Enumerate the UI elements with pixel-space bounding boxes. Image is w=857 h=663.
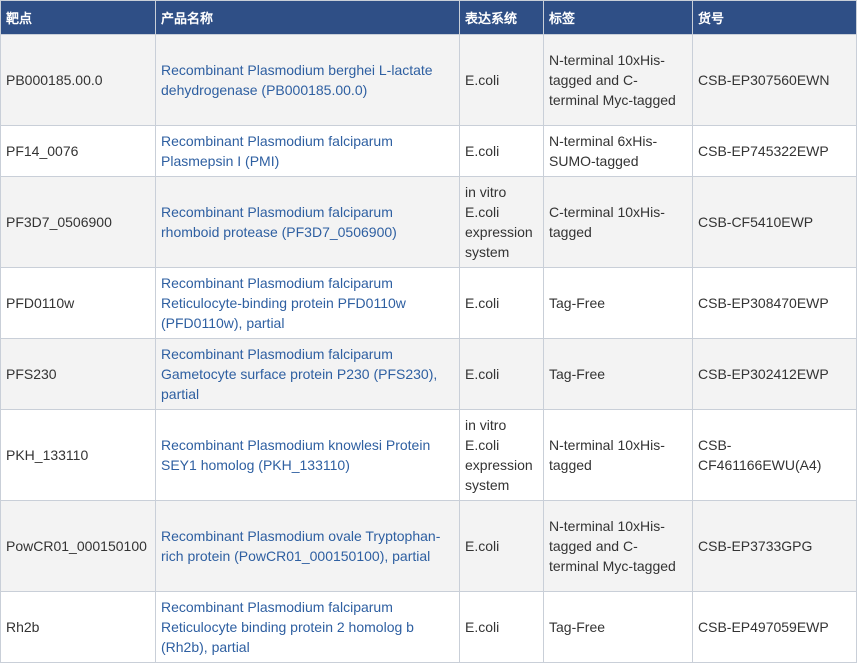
- product-table: 靶点 产品名称 表达系统 标签 货号 PB000185.00.0 Recombi…: [0, 0, 857, 663]
- cell-target: PB000185.00.0: [0, 34, 156, 126]
- cell-tag: Tag-Free: [543, 591, 693, 663]
- product-link[interactable]: Recombinant Plasmodium ovale Tryptophan-…: [161, 528, 440, 564]
- cell-expression-system: E.coli: [459, 34, 544, 126]
- header-expression-system: 表达系统: [459, 0, 544, 35]
- product-link[interactable]: Recombinant Plasmodium falciparum Plasme…: [161, 133, 393, 169]
- table-row: PFD0110w Recombinant Plasmodium falcipar…: [0, 267, 857, 339]
- cell-catalog: CSB-EP307560EWN: [692, 34, 857, 126]
- header-product-name: 产品名称: [155, 0, 460, 35]
- table-row: PFS230 Recombinant Plasmodium falciparum…: [0, 338, 857, 410]
- cell-tag: C-terminal 10xHis-tagged: [543, 176, 693, 268]
- cell-expression-system: E.coli: [459, 591, 544, 663]
- cell-expression-system: E.coli: [459, 338, 544, 410]
- header-tag: 标签: [543, 0, 693, 35]
- cell-tag: N-terminal 10xHis-tagged and C-terminal …: [543, 500, 693, 592]
- cell-target: PFS230: [0, 338, 156, 410]
- cell-tag: Tag-Free: [543, 338, 693, 410]
- cell-tag: N-terminal 6xHis-SUMO-tagged: [543, 125, 693, 177]
- product-link[interactable]: Recombinant Plasmodium falciparum Gameto…: [161, 346, 437, 402]
- product-link[interactable]: Recombinant Plasmodium falciparum rhombo…: [161, 204, 397, 240]
- table-row: PF3D7_0506900 Recombinant Plasmodium fal…: [0, 176, 857, 268]
- cell-catalog: CSB-EP745322EWP: [692, 125, 857, 177]
- table-row: PB000185.00.0 Recombinant Plasmodium ber…: [0, 34, 857, 126]
- product-link[interactable]: Recombinant Plasmodium falciparum Reticu…: [161, 599, 414, 655]
- table-row: PowCR01_000150100 Recombinant Plasmodium…: [0, 500, 857, 592]
- cell-expression-system: E.coli: [459, 500, 544, 592]
- table-header-row: 靶点 产品名称 表达系统 标签 货号: [0, 0, 857, 35]
- cell-catalog: CSB-CF5410EWP: [692, 176, 857, 268]
- product-link[interactable]: Recombinant Plasmodium berghei L-lactate…: [161, 62, 433, 98]
- cell-target: Rh2b: [0, 591, 156, 663]
- cell-catalog: CSB-EP497059EWP: [692, 591, 857, 663]
- cell-tag: N-terminal 10xHis-tagged and C-terminal …: [543, 34, 693, 126]
- cell-target: PKH_133110: [0, 409, 156, 501]
- cell-catalog: CSB-CF461166EWU(A4): [692, 409, 857, 501]
- cell-tag: Tag-Free: [543, 267, 693, 339]
- product-link[interactable]: Recombinant Plasmodium falciparum Reticu…: [161, 275, 406, 331]
- cell-expression-system: E.coli: [459, 267, 544, 339]
- table-row: Rh2b Recombinant Plasmodium falciparum R…: [0, 591, 857, 663]
- cell-target: PF3D7_0506900: [0, 176, 156, 268]
- cell-target: PowCR01_000150100: [0, 500, 156, 592]
- product-link[interactable]: Recombinant Plasmodium knowlesi Protein …: [161, 437, 430, 473]
- cell-catalog: CSB-EP302412EWP: [692, 338, 857, 410]
- cell-tag: N-terminal 10xHis-tagged: [543, 409, 693, 501]
- cell-catalog: CSB-EP3733GPG: [692, 500, 857, 592]
- header-target: 靶点: [0, 0, 156, 35]
- cell-expression-system: in vitro E.coli expression system: [459, 409, 544, 501]
- cell-target: PFD0110w: [0, 267, 156, 339]
- header-catalog: 货号: [692, 0, 857, 35]
- table-row: PKH_133110 Recombinant Plasmodium knowle…: [0, 409, 857, 501]
- cell-catalog: CSB-EP308470EWP: [692, 267, 857, 339]
- cell-expression-system: E.coli: [459, 125, 544, 177]
- cell-target: PF14_0076: [0, 125, 156, 177]
- cell-expression-system: in vitro E.coli expression system: [459, 176, 544, 268]
- table-row: PF14_0076 Recombinant Plasmodium falcipa…: [0, 125, 857, 177]
